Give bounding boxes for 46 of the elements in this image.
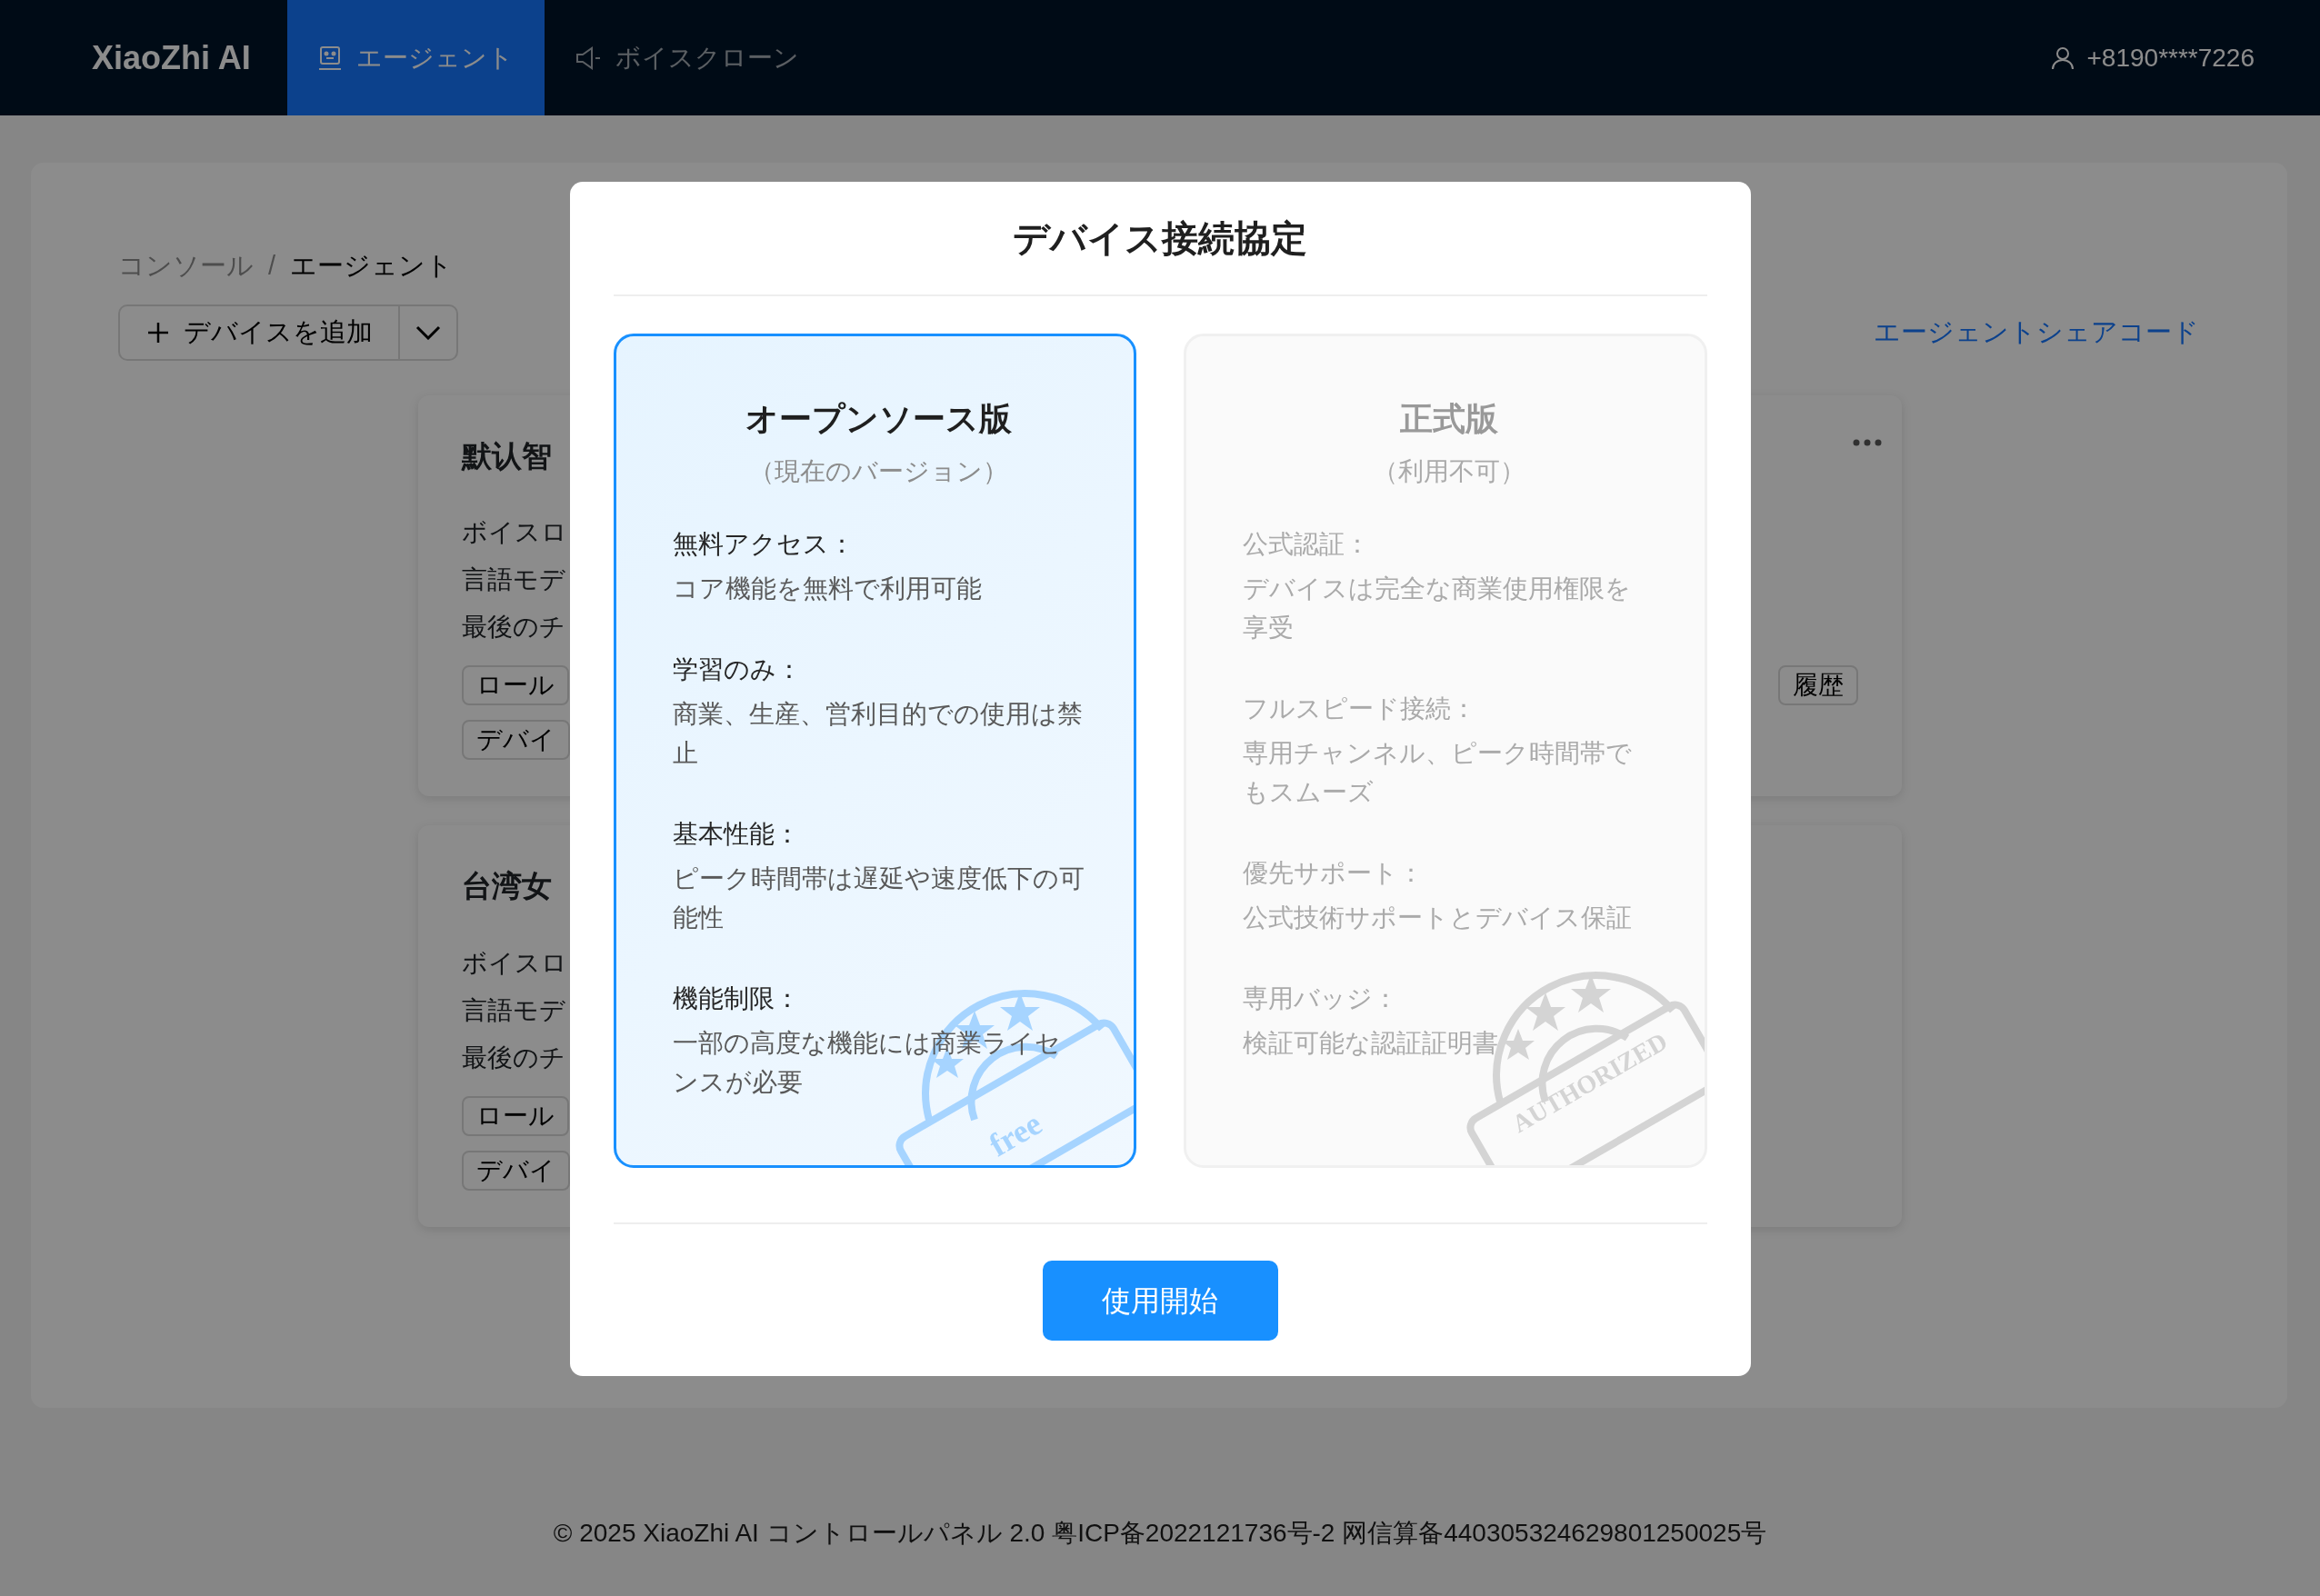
feature-text: 一部の高度な機能には商業ライセンスが必要 [672,1028,1062,1098]
agent-detail: 最後のチ [462,612,565,643]
feature-text: デバイスは完全な商業使用権限を享受 [1243,574,1632,643]
logo-text: XiaoZhi AI [92,37,251,78]
feature-text: コア機能を無料で利用可能 [672,574,983,604]
feature-text: ピーク時間帯は遅延や速度低下の可能性 [672,863,1085,933]
feature-label: 専用バッジ： [1243,983,1399,1014]
more-icon[interactable] [1853,439,1882,447]
feature-label: フルスピード接続： [1243,693,1477,724]
feature-label: 学習のみ： [672,654,803,685]
user-menu[interactable]: +8190****7226 [2052,0,2255,115]
feature-label: 無料アクセス： [672,529,855,560]
agent-detail: 言語モデ [462,994,565,1026]
history-button[interactable]: 履歴 [1778,665,1858,705]
agent-detail: 言語モデ [462,564,565,595]
feature-label: 優先サポート： [1243,858,1425,889]
feature-text: 公式技術サポートとデバイス保証 [1243,903,1633,933]
footer-text: © 2025 XiaoZhi AI コントロールパネル 2.0 粤ICP备2022121736号-2 网信算备440305324629801250025号 [552,1518,1768,1549]
agent-name: 台湾女 [462,868,552,904]
feature-text: 商業、生産、営利目的での使用は禁止 [672,699,1084,769]
start-button[interactable]: 使用開始 [1042,1261,1278,1341]
agent-detail: ボイスロ [462,517,567,548]
agent-detail: 最後のチ [462,1042,565,1073]
modal-title: デバイス接続協定 [613,182,1707,296]
feature-label: 公式認証： [1243,529,1371,560]
add-device-button[interactable]: デバイスを追加 [120,305,400,359]
agent-name: 默认智 [462,437,552,474]
plan-title: オープンソース版 [744,399,1013,439]
card-action-button[interactable]: ロール [462,1095,569,1136]
breadcrumb-separator: / [268,250,276,282]
card-action-button[interactable]: デバイ [462,1150,570,1191]
plus-icon [147,321,169,344]
card-action-button[interactable]: ロール [462,665,569,705]
plan-subtitle: （利用不可） [1371,456,1526,487]
plan-title: 正式版 [1398,399,1499,439]
agent-detail: ボイスロ [462,947,567,979]
plan-subtitle: （現在のバージョン） [747,456,1009,487]
breadcrumb-item: エージェント [290,250,454,282]
card-action-button[interactable]: デバイ [462,720,570,760]
feature-label: 機能制限： [672,983,801,1014]
user-icon [2052,45,2075,70]
plan-card[interactable]: free オープンソース版 （現在のバージョン） 無料アクセス： コア機能を無料で利用可能 学習のみ： 商業、生産、営利目的での使用は禁止 基本性能： ピーク時間帯は遅延や速度低下の可能性 機能制限： 一部の高度な機能には商業ライセンスが必要 [613,334,1136,1168]
feature-label: 基本性能： [672,819,801,850]
robot-icon [317,45,342,71]
feature-text: 専用チャンネル、ピーク時間帯でもスムーズ [1243,738,1633,808]
chevron-down-icon [415,324,441,340]
